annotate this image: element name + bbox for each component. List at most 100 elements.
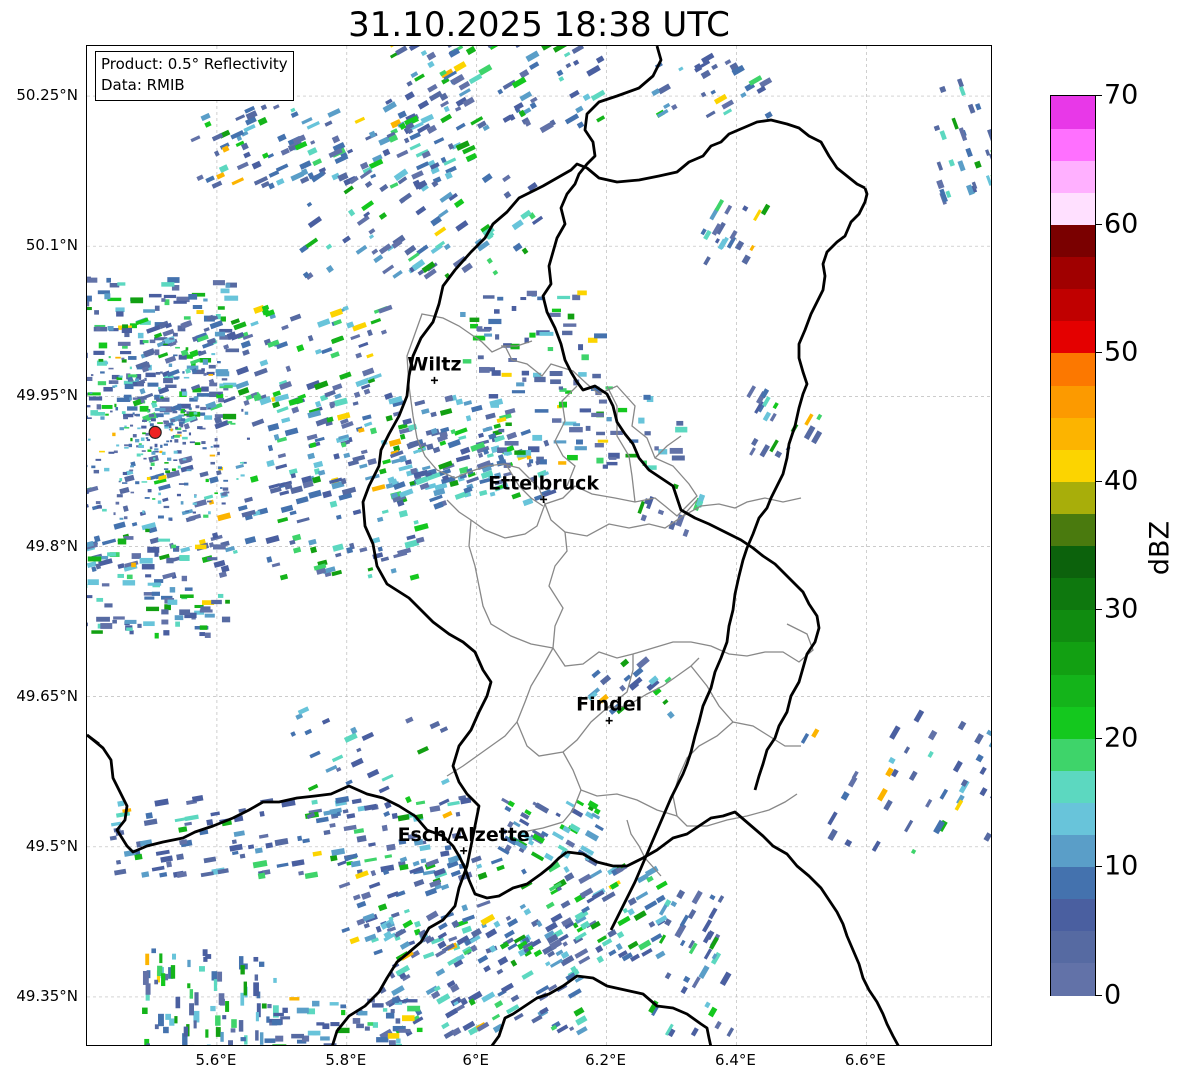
ground-clutter <box>153 457 156 460</box>
radar-echo <box>198 966 205 972</box>
radar-echo <box>704 1001 711 1009</box>
radar-echo <box>514 450 526 455</box>
radar-echo <box>370 318 382 325</box>
radar-echo <box>332 543 344 552</box>
ground-clutter <box>148 420 151 423</box>
radar-echo <box>461 925 473 934</box>
radar-echo <box>503 191 512 199</box>
radar-echo <box>713 93 728 105</box>
ground-clutter <box>147 489 152 493</box>
ground-clutter <box>135 378 140 382</box>
radar-echo <box>357 1010 368 1016</box>
radar-echo <box>990 173 991 182</box>
radar-echo <box>549 312 561 317</box>
ground-clutter <box>87 417 92 419</box>
colorbar-segment <box>1051 770 1095 803</box>
radar-echo <box>534 376 546 383</box>
radar-echo <box>455 220 469 232</box>
radar-echo <box>482 295 495 299</box>
radar-echo <box>347 148 354 154</box>
ground-clutter <box>119 427 124 431</box>
radar-echo <box>528 61 540 70</box>
colorbar-segment <box>1051 192 1095 226</box>
radar-echo <box>520 428 532 436</box>
radar-echo <box>154 305 160 311</box>
radar-echo <box>247 844 255 850</box>
radar-echo <box>840 791 850 801</box>
radar-echo <box>335 552 342 558</box>
radar-echo <box>627 940 639 950</box>
radar-echo <box>478 432 484 438</box>
radar-echo <box>311 799 318 805</box>
radar-echo <box>157 538 171 542</box>
ground-clutter <box>149 467 152 470</box>
radar-echo <box>289 313 302 322</box>
radar-echo <box>405 716 414 724</box>
radar-echo <box>420 50 428 57</box>
ground-clutter <box>183 413 189 416</box>
ground-clutter <box>170 428 173 432</box>
ground-clutter <box>152 400 157 403</box>
radar-echo <box>379 183 389 193</box>
radar-echo <box>113 521 126 530</box>
ground-clutter <box>122 471 128 476</box>
radar-echo <box>237 504 248 512</box>
radar-echo <box>675 426 688 433</box>
radar-echo <box>321 717 331 725</box>
radar-map[interactable]: Wiltz Ettelbruck Findel Esch/Alzette <box>86 45 992 1046</box>
radar-echo <box>396 149 409 159</box>
radar-echo <box>356 1023 364 1029</box>
radar-echo <box>410 71 419 78</box>
radar-echo <box>275 1035 284 1042</box>
radar-echo <box>492 269 499 276</box>
radar-echo <box>272 104 280 110</box>
ground-clutter <box>146 438 150 442</box>
radar-echo <box>254 974 259 981</box>
radar-echo <box>414 399 426 407</box>
radar-echo <box>594 333 607 339</box>
radar-echo <box>207 557 218 561</box>
radar-echo <box>567 313 575 320</box>
radar-echo <box>443 105 450 113</box>
radar-echo <box>523 908 532 916</box>
radar-echo <box>315 816 329 824</box>
radar-echo <box>205 954 212 959</box>
radar-echo <box>216 371 230 377</box>
radar-echo <box>275 463 288 470</box>
radar-echo <box>352 1018 361 1024</box>
radar-echo <box>368 842 376 847</box>
radar-echo <box>420 113 435 124</box>
radar-echo <box>271 562 281 568</box>
radar-echo <box>503 451 510 456</box>
radar-echo <box>989 153 991 168</box>
radar-echo <box>910 848 917 855</box>
colorbar-segment <box>1051 577 1095 611</box>
radar-echo <box>151 948 157 954</box>
radar-echo <box>415 536 425 544</box>
ground-clutter <box>119 517 124 520</box>
radar-echo <box>277 453 287 459</box>
radar-echo <box>396 1038 401 1044</box>
radar-echo <box>333 453 340 460</box>
radar-echo <box>742 205 749 212</box>
radar-echo <box>721 99 735 110</box>
radar-echo <box>521 970 534 980</box>
radar-echo <box>137 623 142 628</box>
colorbar-segment <box>1051 834 1095 868</box>
radar-echo <box>225 1001 230 1012</box>
radar-echo <box>913 709 925 723</box>
radar-echo <box>141 871 150 878</box>
radar-echo <box>741 254 751 265</box>
radar-echo <box>398 1028 411 1033</box>
radar-echo <box>380 556 390 562</box>
radar-echo <box>159 872 168 878</box>
ground-clutter <box>115 501 120 505</box>
ground-clutter <box>136 453 141 457</box>
radar-echo <box>271 1019 282 1026</box>
radar-echo <box>366 768 380 779</box>
radar-echo <box>385 1012 395 1019</box>
radar-echo <box>172 953 177 960</box>
radar-echo <box>368 234 375 240</box>
radar-echo <box>253 956 259 962</box>
ground-clutter <box>157 500 162 504</box>
